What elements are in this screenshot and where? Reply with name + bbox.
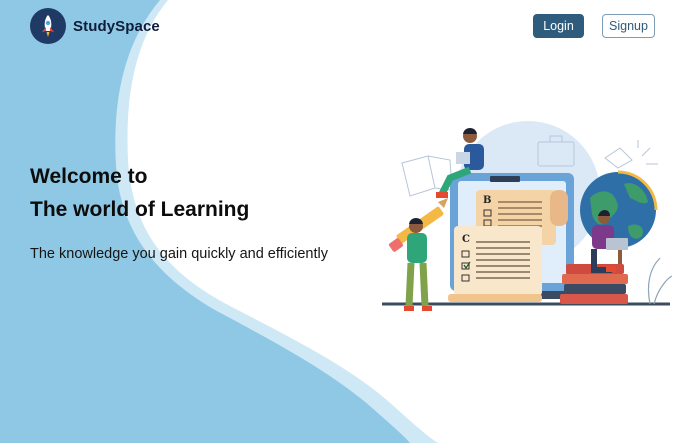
hero-subtitle: The knowledge you gain quickly and effic… <box>30 246 328 262</box>
hero-title-line2: The world of Learning <box>30 198 250 221</box>
brand-logo[interactable]: StudySpace <box>30 8 160 44</box>
login-button[interactable]: Login <box>533 14 584 38</box>
learning-illustration: B C <box>382 121 673 311</box>
lamp-outline-icon <box>604 140 658 169</box>
checklist-paper-c: C <box>448 226 542 302</box>
plant-icon <box>647 257 673 305</box>
checklist-letter-b: B <box>483 195 491 206</box>
brand-name: StudySpace <box>73 17 160 35</box>
hero-title: Welcome to The world of Learning <box>30 160 328 226</box>
hero-section: Welcome to The world of Learning The kno… <box>30 160 328 262</box>
checklist-letter-c: C <box>462 234 470 245</box>
rocket-icon <box>30 8 66 44</box>
hero-title-line1: Welcome to <box>30 165 148 188</box>
signup-button[interactable]: Signup <box>602 14 655 38</box>
